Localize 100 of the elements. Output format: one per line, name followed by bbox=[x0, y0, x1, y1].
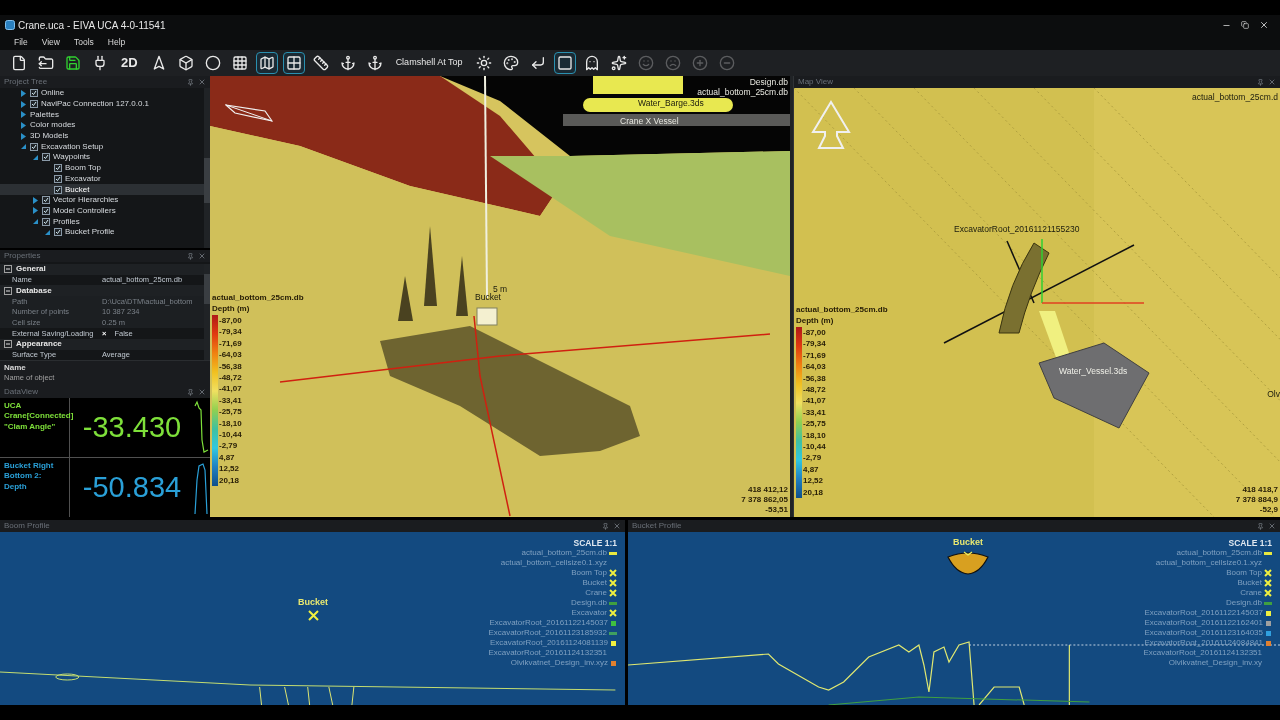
checkbox[interactable] bbox=[54, 228, 62, 237]
legend-unit: Depth (m) bbox=[796, 317, 835, 325]
property-section[interactable]: General bbox=[0, 264, 204, 275]
legend-label: actual_bottom_25cm.db bbox=[1176, 549, 1262, 557]
scrollbar[interactable] bbox=[204, 88, 210, 248]
property-section[interactable]: Database bbox=[0, 285, 204, 297]
legend-label: Excavator bbox=[571, 609, 607, 617]
pin-icon[interactable] bbox=[1257, 522, 1264, 530]
checkbox[interactable] bbox=[42, 153, 50, 162]
pin-icon[interactable] bbox=[1257, 78, 1264, 86]
toolbar-button[interactable]: Clamshell At Top bbox=[390, 52, 468, 74]
north-arrow-icon bbox=[811, 100, 851, 150]
toolbar-button[interactable] bbox=[255, 52, 278, 74]
pin-icon[interactable] bbox=[187, 78, 194, 86]
checkbox[interactable] bbox=[54, 164, 62, 173]
pin-icon[interactable] bbox=[602, 522, 609, 530]
tree-item[interactable]: Vector Hierarchies bbox=[0, 194, 204, 206]
expand-triangle-icon[interactable] bbox=[32, 196, 39, 204]
restore-icon[interactable] bbox=[1241, 21, 1249, 29]
collapse-triangle-icon[interactable] bbox=[44, 228, 51, 236]
legend-value: -2,79 bbox=[803, 452, 823, 464]
tree-item[interactable]: Color modes bbox=[0, 120, 204, 131]
tree-item[interactable]: Bucket Profile bbox=[0, 226, 204, 238]
checkbox[interactable] bbox=[42, 206, 50, 215]
mesh-icon bbox=[285, 55, 302, 71]
panel-title: Project Tree bbox=[4, 78, 48, 86]
legend-value: -64,03 bbox=[219, 349, 242, 361]
expand-triangle-icon[interactable] bbox=[20, 132, 27, 140]
open-folder-icon bbox=[38, 55, 54, 71]
expand-triangle-icon[interactable] bbox=[32, 207, 39, 215]
checkbox[interactable] bbox=[30, 100, 38, 109]
expand-triangle-icon[interactable] bbox=[20, 111, 27, 119]
data-label: Bucket Right Bottom 2: Depth bbox=[0, 458, 70, 517]
menu-item[interactable]: Tools bbox=[74, 36, 94, 49]
tree-item[interactable]: Palettes bbox=[0, 109, 204, 121]
anchor-icon bbox=[339, 55, 356, 71]
property-section[interactable]: Appearance bbox=[0, 338, 204, 350]
scene-label: 5 m bbox=[493, 285, 508, 294]
tree-item[interactable]: Model Controllers bbox=[0, 205, 204, 217]
toolbar-button[interactable] bbox=[282, 52, 305, 74]
scrollbar[interactable] bbox=[204, 264, 210, 360]
checkbox[interactable] bbox=[30, 142, 38, 151]
pin-icon[interactable] bbox=[187, 252, 194, 260]
menu-item[interactable]: View bbox=[41, 36, 60, 49]
checkbox[interactable] bbox=[54, 185, 62, 194]
bucket-icon bbox=[946, 549, 990, 575]
expand-triangle-icon[interactable] bbox=[20, 89, 27, 97]
menu-item[interactable]: File bbox=[14, 36, 28, 49]
tree-item[interactable]: Bucket bbox=[0, 184, 204, 195]
pin-icon[interactable] bbox=[187, 388, 194, 396]
plug-icon bbox=[92, 55, 108, 71]
legend-label: ExcavatorRoot_20161123164035 bbox=[1144, 629, 1263, 637]
collapse-box-icon[interactable] bbox=[4, 286, 12, 295]
legend-label: Olvikvatnet_Design_inv.xyz bbox=[510, 659, 608, 667]
tree-item[interactable]: 3D Models bbox=[0, 130, 204, 142]
toolbar-button[interactable]: 2D bbox=[116, 52, 143, 74]
toolbar-button[interactable] bbox=[553, 52, 576, 74]
tree-item[interactable]: Waypoints bbox=[0, 152, 204, 163]
legend-label: ExcavatorRoot_20161124084841 bbox=[1144, 639, 1263, 647]
dot-plus-icon bbox=[691, 55, 708, 71]
sun-icon bbox=[475, 55, 492, 71]
legend-label: Crane bbox=[1240, 589, 1262, 597]
scene-label: Crane X Vessel bbox=[620, 117, 679, 126]
tree-item[interactable]: Excavator bbox=[0, 173, 204, 185]
tree-item[interactable]: NaviPac Connection 127.0.0.1 bbox=[0, 98, 204, 110]
legend-value: -10,44 bbox=[803, 441, 826, 453]
scene-label: Design.db bbox=[749, 78, 788, 87]
expand-triangle-icon[interactable] bbox=[20, 121, 27, 129]
tree-item[interactable]: Profiles bbox=[0, 216, 204, 227]
legend-label: Design.db bbox=[1225, 599, 1262, 607]
legend-label: Crane bbox=[585, 589, 607, 597]
tree-item[interactable]: Online bbox=[0, 88, 204, 99]
expand-triangle-icon[interactable] bbox=[20, 100, 27, 108]
scale-label: SCALE 1:1 bbox=[573, 538, 617, 548]
legend-value: -71,69 bbox=[803, 349, 826, 362]
grid-icon bbox=[231, 55, 248, 71]
collapse-box-icon[interactable] bbox=[4, 265, 12, 274]
checkbox[interactable] bbox=[30, 89, 38, 98]
checkbox[interactable] bbox=[54, 174, 62, 183]
frown-icon bbox=[664, 55, 681, 71]
close-icon[interactable] bbox=[1259, 20, 1269, 30]
legend-value: 4,87 bbox=[803, 463, 820, 476]
menu-item[interactable]: Help bbox=[107, 36, 126, 49]
legend-value: -56,38 bbox=[803, 372, 826, 385]
collapse-box-icon[interactable] bbox=[4, 340, 12, 349]
legend-label: ExcavatorRoot_20161122145037 bbox=[1144, 609, 1263, 617]
legend-value: 12,52 bbox=[219, 463, 241, 475]
legend-value: -41,07 bbox=[219, 383, 242, 395]
checkbox[interactable] bbox=[42, 196, 50, 205]
legend-title: actual_bottom_25cm.db bbox=[796, 306, 888, 314]
collapse-triangle-icon[interactable] bbox=[32, 218, 39, 226]
collapse-triangle-icon[interactable] bbox=[20, 143, 27, 151]
scene-label: Olv bbox=[1267, 390, 1280, 399]
collapse-triangle-icon[interactable] bbox=[32, 153, 39, 161]
checkbox[interactable] bbox=[42, 217, 50, 226]
legend-label: ExcavatorRoot_20161122162401 bbox=[1144, 619, 1263, 627]
tree-item[interactable]: Excavation Setup bbox=[0, 141, 204, 153]
tree-item[interactable]: Boom Top bbox=[0, 162, 204, 174]
legend-label: actual_bottom_25cm.db bbox=[521, 549, 607, 557]
legend-value: -71,69 bbox=[219, 337, 242, 350]
